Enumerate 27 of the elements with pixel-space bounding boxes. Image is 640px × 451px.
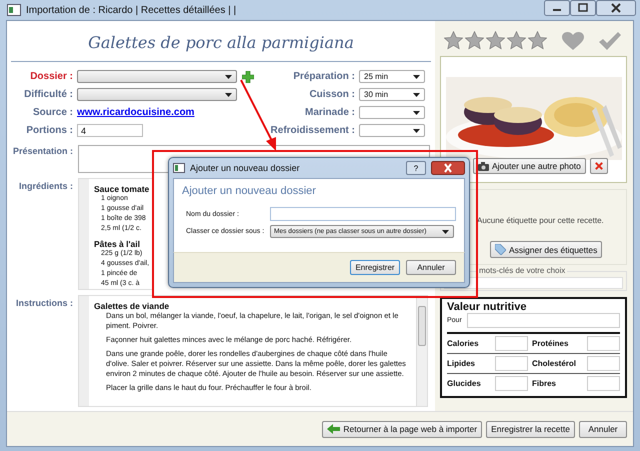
field-label: Difficulté : (23, 89, 73, 100)
field-label: Dossier : (29, 71, 73, 82)
dialog-title: Ajouter un nouveau dossier (190, 163, 300, 173)
nutrient-label: Fibres (532, 379, 558, 388)
field-label: Source : (32, 107, 73, 118)
field-label: Préparation : (293, 71, 355, 82)
nutrient-label: Protéines (532, 339, 570, 348)
nutrient-label: Cholestérol (532, 359, 578, 368)
empty-tags-message: Aucune étiquette pour cette recette. (477, 216, 604, 225)
field-label: Présentation : (12, 145, 73, 156)
field-label: Portions : (25, 125, 73, 136)
nutrient-label: Calories (447, 339, 480, 348)
field-label: Ingrédients : (18, 180, 73, 191)
group-title: Sauce tomate (94, 184, 150, 194)
group-title: Pâtes à l'ail (94, 239, 141, 249)
nutrient-label: Lipides (447, 359, 476, 368)
field-label: Marinade : (304, 107, 355, 118)
nutrition-title: Valeur nutritive (447, 301, 528, 313)
dialog-heading: Ajouter un nouveau dossier (182, 185, 317, 197)
recipe-title: Galettes de porc alla parmigiana (11, 33, 431, 62)
nutrient-label: Glucides (447, 379, 482, 388)
group-title: Galettes de viande (94, 301, 170, 311)
keywords-legend: mots-clés de votre choix (477, 266, 568, 275)
field-label: Instructions : (14, 297, 73, 308)
field-label: Refroidissement : (270, 125, 355, 136)
field-label: Cuisson : (309, 89, 355, 100)
window-title: Importation de : Ricardo | Recettes détaillées | | (26, 4, 236, 16)
